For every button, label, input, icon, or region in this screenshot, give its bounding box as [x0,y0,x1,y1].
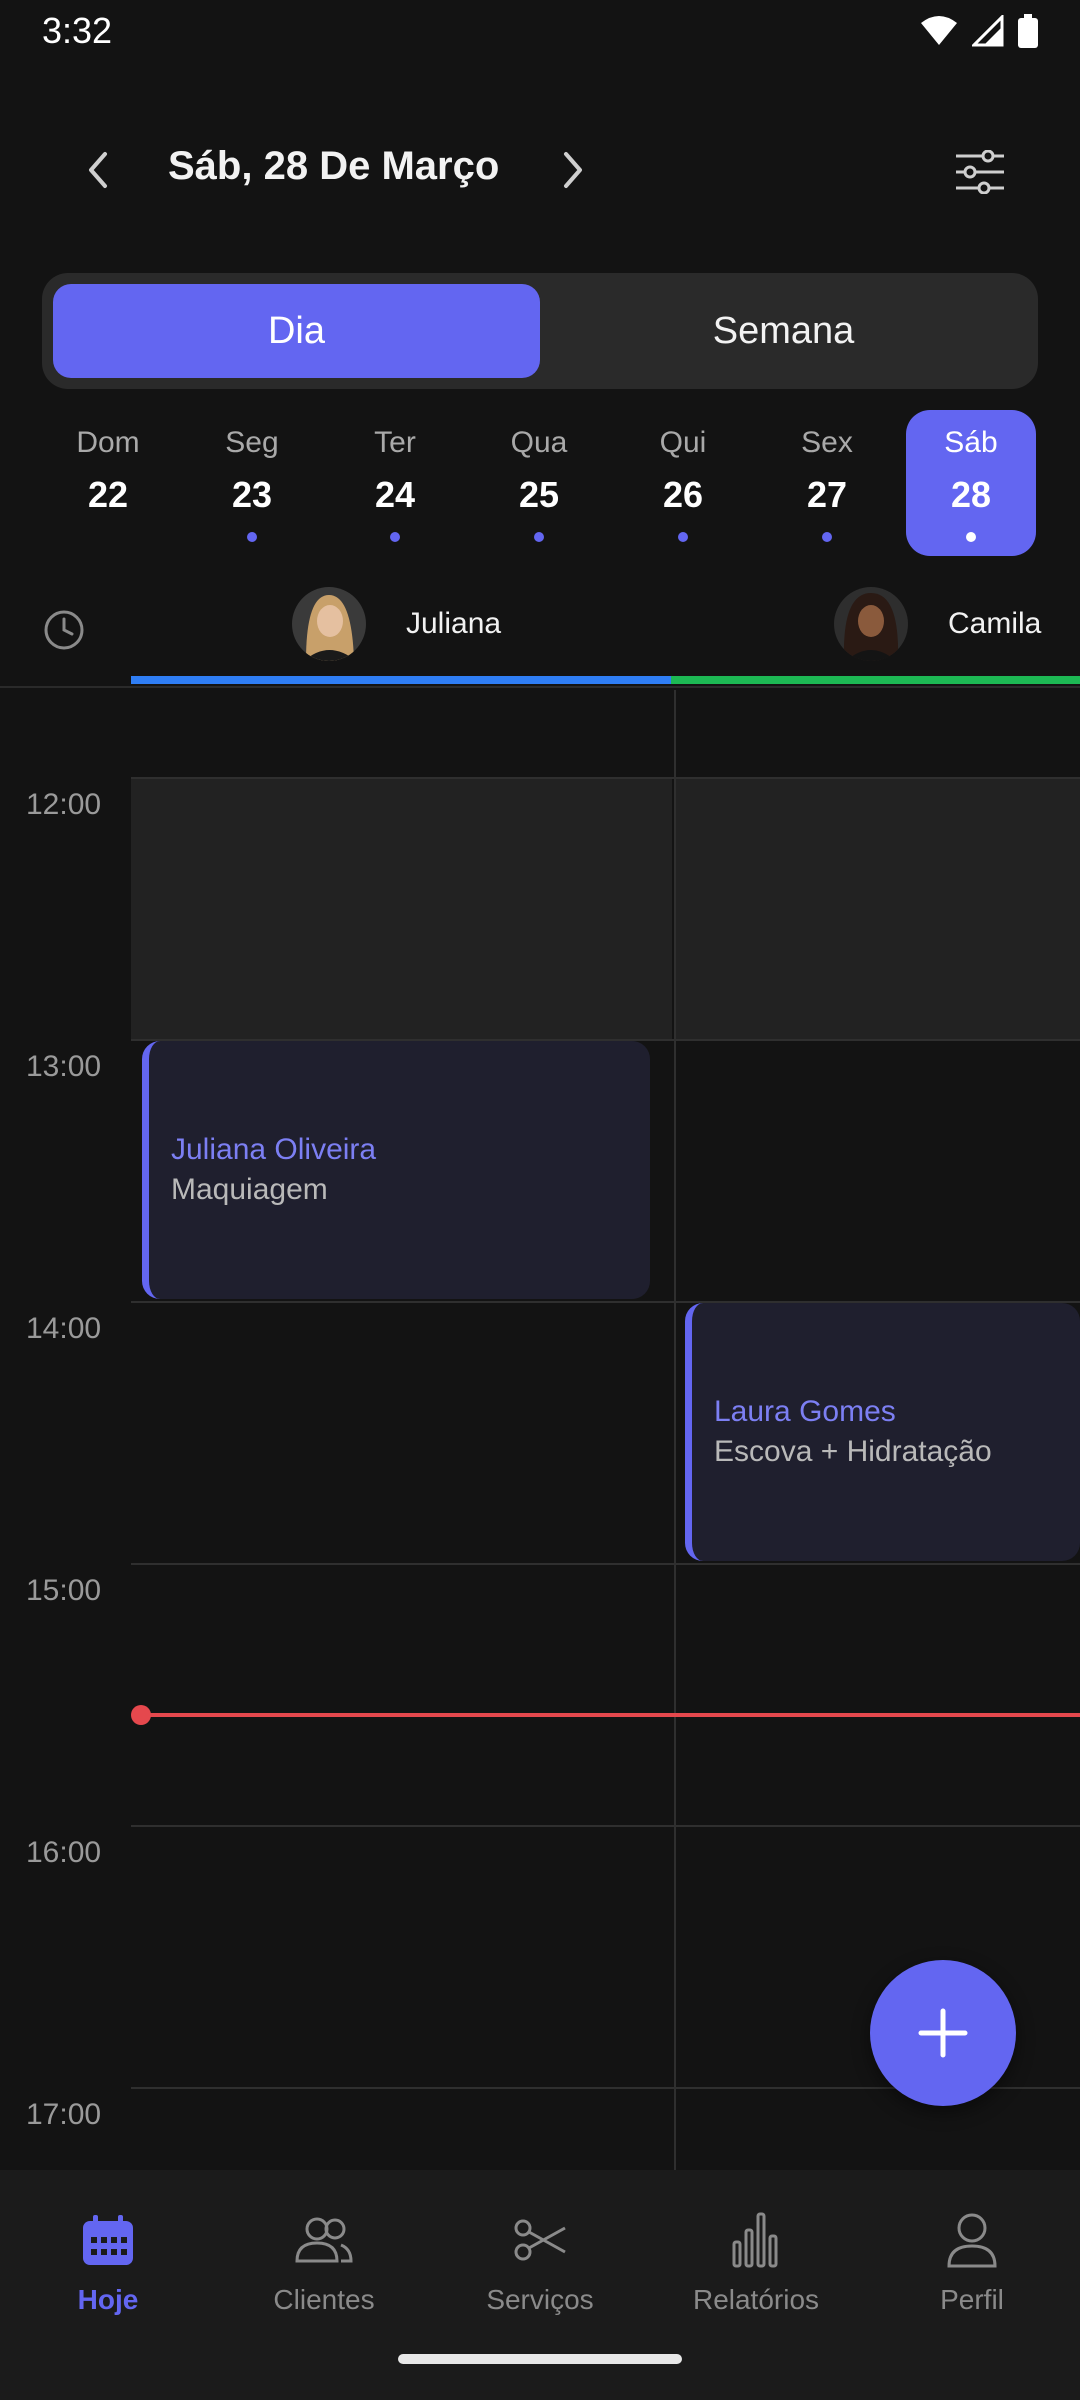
previous-day-button[interactable] [70,142,126,198]
staff-camila[interactable]: Camila [834,584,1041,664]
avatar [292,587,366,661]
time-label: 17:00 [26,2098,102,2131]
appointment-card[interactable]: Juliana Oliveira Maquiagem [142,1041,650,1299]
time-label: 16:00 [26,1836,102,1869]
nav-label: Clientes [273,2284,375,2315]
chevron-left-icon [89,152,107,188]
scissors-icon [510,2210,570,2270]
day-name: Ter [374,426,416,459]
hour-line [131,777,1080,779]
status-bar: 3:32 [0,0,1080,64]
clock-icon [44,610,84,650]
date-header: Sáb, 28 De Março [0,120,1080,220]
event-indicator-dot [247,532,257,542]
day-strip: Dom 22 Seg 23 Ter 24 Qua 25 Qui 26 Sex 2… [0,410,1080,556]
blocked-slot [676,777,1080,1039]
day-item-seg[interactable]: Seg 23 [187,410,317,556]
staff-color-bar-camila [671,676,1080,684]
users-icon [294,2210,354,2270]
bottom-navigation: Hoje Clientes Serviços Relatórios Perfil [0,2170,1080,2400]
status-icons [920,14,1038,48]
staff-name: Juliana [406,607,502,640]
battery-icon [1018,14,1038,48]
sliders-icon [956,150,1004,194]
day-number: 22 [87,474,129,515]
appointment-client: Juliana Oliveira [171,1133,377,1166]
plus-icon [918,2008,968,2058]
day-name: Dom [76,426,140,459]
day-item-qua[interactable]: Qua 25 [474,410,604,556]
appointment-client: Laura Gomes [714,1395,896,1428]
nav-label: Perfil [940,2284,1004,2315]
day-name: Sex [801,426,853,459]
day-view-tab[interactable]: Dia [53,284,540,378]
view-toggle: Dia Semana [42,273,1038,389]
appointment-service: Escova + Hidratação [714,1435,992,1468]
bar-chart-icon [726,2210,786,2270]
day-number: 28 [950,474,992,515]
filter-button[interactable] [950,142,1010,202]
nav-label: Hoje [77,2284,139,2315]
day-item-qui[interactable]: Qui 26 [618,410,748,556]
avatar [834,587,908,661]
time-label: 14:00 [26,1312,102,1345]
wifi-icon [921,16,957,45]
day-name: Qui [659,426,707,459]
event-indicator-dot [678,532,688,542]
event-indicator-dot [966,532,976,542]
nav-label: Relatórios [692,2284,820,2315]
appointment-service: Maquiagem [171,1173,328,1206]
next-day-button[interactable] [545,142,601,198]
day-item-ter[interactable]: Ter 24 [330,410,460,556]
status-time: 3:32 [42,10,113,51]
time-label: 13:00 [26,1050,102,1083]
page-title: Sáb, 28 De Março [168,144,500,188]
event-indicator-dot [822,532,832,542]
day-number: 25 [518,474,560,515]
nav-label: Serviços [486,2284,594,2315]
hour-line [131,1563,1080,1565]
appointment-card[interactable]: Laura Gomes Escova + Hidratação [685,1303,1080,1561]
staff-juliana[interactable]: Juliana [292,584,501,664]
schedule-grid[interactable]: 12:00 13:00 14:00 15:00 16:00 17:00 Juli… [0,690,1080,2170]
calendar-icon [78,2210,138,2270]
time-label: 15:00 [26,1574,102,1607]
column-divider [674,690,676,2170]
day-number: 23 [231,474,273,515]
nav-servicos[interactable]: Serviços [440,2210,640,2316]
user-icon [942,2210,1002,2270]
nav-clientes[interactable]: Clientes [224,2210,424,2316]
nav-perfil[interactable]: Perfil [872,2210,1072,2316]
day-number: 26 [662,474,704,515]
day-name: Qua [510,426,568,459]
staff-color-bar-juliana [131,676,671,684]
day-number: 27 [806,474,848,515]
day-name: Sáb [944,426,998,459]
day-item-sex[interactable]: Sex 27 [762,410,892,556]
event-indicator-dot [390,532,400,542]
current-time-dot [131,1705,151,1725]
nav-relatorios[interactable]: Relatórios [656,2210,856,2316]
blocked-slot [131,777,672,1039]
staff-name: Camila [948,607,1042,640]
nav-hoje[interactable]: Hoje [8,2210,208,2316]
day-item-sab[interactable]: Sáb 28 [906,410,1036,556]
day-number: 24 [374,474,416,515]
week-view-tab[interactable]: Semana [540,284,1027,378]
current-time-line [140,1713,1080,1717]
event-indicator-dot [534,532,544,542]
hour-line [131,1825,1080,1827]
add-appointment-button[interactable] [870,1960,1016,2106]
day-item-dom[interactable]: Dom 22 [43,410,173,556]
time-label: 12:00 [26,788,102,821]
chevron-right-icon [564,152,582,188]
day-name: Seg [225,426,279,459]
signal-icon [972,15,1004,47]
staff-header: Juliana Camila [0,580,1080,690]
home-indicator[interactable] [398,2354,682,2364]
divider [0,686,1080,688]
